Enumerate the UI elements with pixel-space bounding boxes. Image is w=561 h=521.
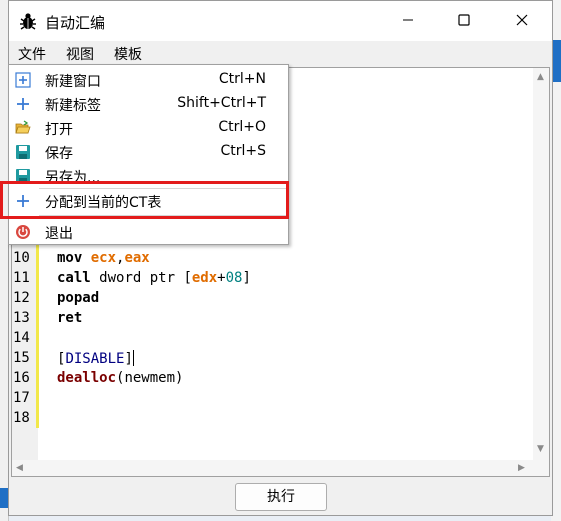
line-number: 13 bbox=[13, 310, 30, 326]
code-operator: + bbox=[217, 270, 226, 286]
background-accent bbox=[0, 488, 8, 508]
line-number: 10 bbox=[13, 250, 30, 266]
scroll-left-icon[interactable]: ◀ bbox=[16, 463, 23, 473]
code-line: ret bbox=[57, 310, 82, 326]
code-function: dealloc bbox=[57, 370, 117, 386]
line-number: 11 bbox=[13, 270, 30, 286]
code-register: eax bbox=[124, 250, 150, 266]
text-caret bbox=[132, 350, 134, 366]
bug-icon bbox=[20, 13, 36, 30]
new-window-icon bbox=[15, 72, 31, 88]
line-number: 15 bbox=[13, 350, 30, 366]
maximize-button[interactable] bbox=[441, 7, 487, 35]
maximize-icon bbox=[458, 14, 470, 26]
menu-item-shortcut: Shift+Ctrl+T bbox=[177, 95, 266, 111]
menu-item-exit[interactable]: 退出 bbox=[9, 220, 288, 244]
scroll-down-icon[interactable]: ▼ bbox=[537, 444, 544, 454]
highlight-annotation bbox=[0, 181, 289, 219]
code-bracket: ] bbox=[124, 351, 133, 367]
open-folder-icon bbox=[15, 120, 31, 134]
menu-view[interactable]: 视图 bbox=[66, 44, 94, 64]
window-title: 自动汇编 bbox=[45, 14, 106, 32]
line-number: 12 bbox=[13, 290, 30, 306]
minimize-icon bbox=[403, 19, 413, 21]
menu-item-label: 退出 bbox=[45, 226, 73, 242]
menu-item-shortcut: Ctrl+O bbox=[218, 119, 266, 135]
code-register: ecx bbox=[90, 250, 117, 266]
menu-item-label: 新建窗口 bbox=[45, 74, 101, 90]
scroll-right-icon[interactable]: ▶ bbox=[518, 463, 525, 473]
line-number: 17 bbox=[13, 390, 30, 406]
code-keyword: popad bbox=[57, 290, 100, 306]
code-text: (newmem) bbox=[116, 370, 184, 386]
menu-bar: 文件 视图 模板 bbox=[9, 41, 552, 65]
menu-item-open[interactable]: 打开 Ctrl+O bbox=[9, 116, 288, 140]
code-bracket: ] bbox=[242, 270, 251, 286]
save-icon bbox=[16, 145, 30, 159]
menu-item-label: 打开 bbox=[45, 122, 73, 138]
menu-item-label: 新建标签 bbox=[45, 98, 101, 114]
menu-file[interactable]: 文件 bbox=[18, 44, 46, 64]
plus-icon bbox=[17, 98, 29, 110]
vertical-scrollbar[interactable]: ▲ ▼ bbox=[533, 68, 549, 460]
close-button[interactable] bbox=[499, 7, 545, 35]
code-text: dword ptr [ bbox=[99, 270, 192, 286]
line-number: 18 bbox=[13, 410, 30, 426]
code-keyword: mov bbox=[57, 250, 91, 266]
code-line: call dword ptr [edx+08] bbox=[57, 270, 251, 286]
line-number: 14 bbox=[13, 330, 30, 346]
modified-lines-marker bbox=[36, 242, 39, 428]
power-icon bbox=[16, 225, 30, 239]
code-line: mov ecx,eax bbox=[57, 250, 150, 266]
code-keyword: call bbox=[57, 270, 100, 286]
code-line: popad bbox=[57, 290, 99, 306]
line-number: 16 bbox=[13, 370, 30, 386]
scroll-corner bbox=[533, 460, 549, 476]
code-line: [DISABLE] bbox=[57, 350, 134, 367]
menu-item-new-window[interactable]: 新建窗口 Ctrl+N bbox=[9, 68, 288, 92]
code-register: edx bbox=[191, 270, 218, 286]
code-section: DISABLE bbox=[65, 351, 125, 367]
code-line: dealloc(newmem) bbox=[57, 370, 183, 386]
code-number: 08 bbox=[225, 270, 243, 286]
horizontal-scrollbar[interactable]: ◀ ▶ bbox=[12, 460, 533, 476]
menu-item-shortcut: Ctrl+N bbox=[218, 71, 266, 87]
code-keyword: ret bbox=[57, 310, 83, 326]
menu-item-new-tab[interactable]: 新建标签 Shift+Ctrl+T bbox=[9, 92, 288, 116]
menu-item-save[interactable]: 保存 Ctrl+S bbox=[9, 140, 288, 164]
menu-item-shortcut: Ctrl+S bbox=[220, 143, 266, 159]
execute-button[interactable]: 执行 bbox=[235, 483, 327, 511]
menu-template[interactable]: 模板 bbox=[114, 44, 142, 64]
menu-item-label: 保存 bbox=[45, 146, 73, 162]
minimize-button[interactable] bbox=[385, 7, 431, 35]
scroll-up-icon[interactable]: ▲ bbox=[537, 72, 544, 82]
close-icon bbox=[516, 14, 528, 26]
title-bar[interactable]: 自动汇编 bbox=[9, 1, 552, 41]
